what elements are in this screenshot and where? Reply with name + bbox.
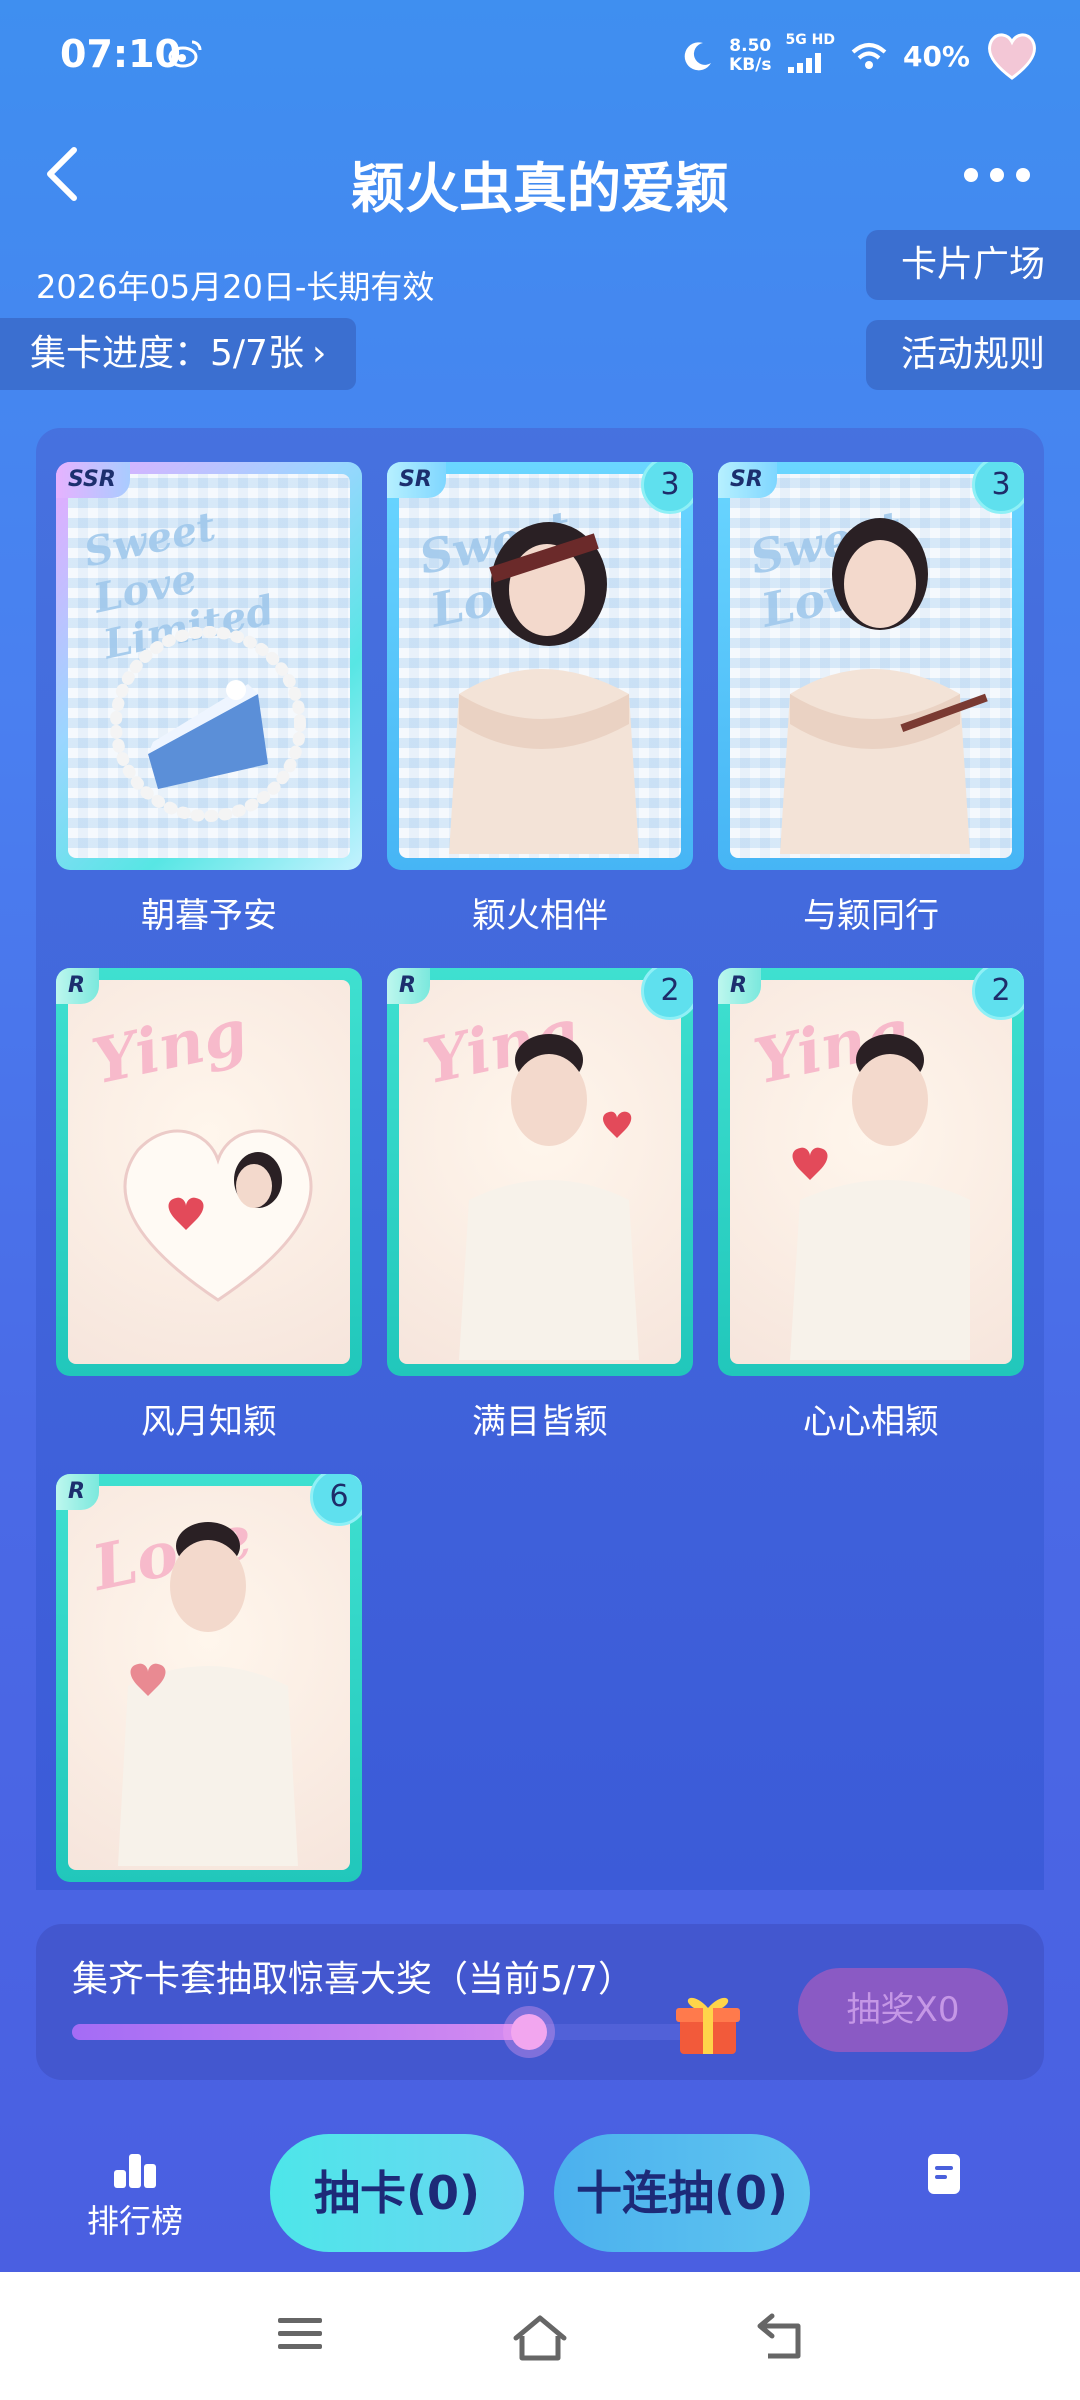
rarity-badge: R bbox=[56, 968, 99, 1004]
signal-icon bbox=[787, 52, 821, 73]
heart-frame-illustration bbox=[123, 1129, 313, 1302]
card-art: Sweet Love Limited bbox=[68, 474, 350, 858]
rarity-badge: SR bbox=[387, 462, 446, 498]
portrait-photo bbox=[118, 1522, 298, 1866]
card-art: Sweet Love bbox=[399, 474, 681, 858]
card-name: 心心相颖 bbox=[803, 1402, 939, 1442]
portrait-photo bbox=[790, 1034, 970, 1360]
reward-progress-text: 集齐卡套抽取惊喜大奖（当前5/7） bbox=[72, 1959, 634, 2000]
rarity-badge: SR bbox=[718, 462, 777, 498]
card-frame: R 6 Love bbox=[56, 1474, 362, 1882]
reward-progress-panel: 集齐卡套抽取惊喜大奖（当前5/7） 抽奖X0 bbox=[36, 1924, 1044, 2080]
ranking-button[interactable]: 排行榜 bbox=[80, 2150, 190, 2242]
card-frame: SR 3 Sweet Love bbox=[387, 462, 693, 870]
card-art: Love bbox=[68, 1486, 350, 1870]
card-name: 朝暮予安 bbox=[141, 896, 277, 936]
heart-avatar-icon[interactable] bbox=[984, 30, 1040, 82]
rarity-badge: R bbox=[718, 968, 761, 1004]
card-art: Sweet Love bbox=[730, 474, 1012, 858]
draw-card-button[interactable]: 抽卡(0) bbox=[270, 2134, 524, 2252]
home-icon[interactable] bbox=[510, 2312, 570, 2362]
gift-box-icon bbox=[676, 1997, 740, 2054]
card-art: Ying bbox=[68, 980, 350, 1364]
more-dots-icon[interactable] bbox=[964, 168, 1030, 182]
validity-date: 2026年05月20日-长期有效 bbox=[36, 268, 435, 306]
rarity-badge: R bbox=[56, 1474, 99, 1510]
battery-level: 40% bbox=[902, 39, 970, 73]
card-item[interactable]: SR 3 Sweet Love 颖火相伴 bbox=[387, 462, 693, 937]
card-frame: SR 3 Sweet Love bbox=[718, 462, 1024, 870]
menu-icon[interactable] bbox=[276, 2312, 324, 2356]
reward-progress-fill bbox=[72, 2024, 529, 2040]
card-item[interactable]: R 2 Ying 满目皆颖 bbox=[387, 968, 693, 1443]
signal-label: 5G HD bbox=[785, 31, 835, 48]
card-frame: SSR Sweet Love Limited bbox=[56, 462, 362, 870]
card-item[interactable]: SSR Sweet Love Limited 朝暮予安 bbox=[56, 462, 362, 937]
wifi-icon bbox=[851, 43, 887, 69]
network-speed: 8.50 KB/s bbox=[729, 37, 771, 75]
collection-progress-label: 集卡进度：5/7张 bbox=[30, 333, 304, 374]
portrait-photo bbox=[459, 1034, 639, 1360]
reward-progress-track bbox=[72, 2014, 712, 2050]
card-item[interactable]: R 6 Love bbox=[56, 1474, 362, 1890]
card-frame: R Ying bbox=[56, 968, 362, 1376]
card-item[interactable]: R Ying 风月知颖 bbox=[56, 968, 362, 1443]
rarity-badge: SSR bbox=[56, 462, 130, 498]
reward-progress-knob bbox=[510, 2014, 547, 2050]
network-speed-value: 8.50 bbox=[729, 36, 772, 56]
weibo-icon bbox=[168, 40, 202, 68]
header: 颖火虫真的爱颖 bbox=[0, 130, 1080, 220]
status-time: 07:10 bbox=[60, 32, 181, 76]
bottom-action-bar: 排行榜 抽卡(0) 十连抽(0) bbox=[0, 2120, 1080, 2270]
card-frame: R 2 Ying bbox=[718, 968, 1024, 1376]
ranking-label: 排行榜 bbox=[86, 2202, 183, 2240]
page-title: 颖火虫真的爱颖 bbox=[351, 157, 729, 220]
card-name: 满目皆颖 bbox=[472, 1402, 608, 1442]
system-navigation-bar bbox=[0, 2272, 1080, 2400]
card-item[interactable]: SR 3 Sweet Love 与颖同行 bbox=[718, 462, 1024, 937]
card-item[interactable]: R 2 Ying 心心相颖 bbox=[718, 968, 1024, 1443]
status-bar: 07:10 8.50 KB/s 5G HD 40% bbox=[0, 0, 1080, 110]
card-grid: SSR Sweet Love Limited 朝暮予安 SR 3 Sweet L… bbox=[36, 428, 1044, 1890]
moon-icon bbox=[684, 42, 712, 71]
card-deco-text: Ying bbox=[86, 994, 254, 1099]
document-icon[interactable] bbox=[926, 2152, 962, 2196]
card-frame: R 2 Ying bbox=[387, 968, 693, 1376]
cake-illustration bbox=[110, 626, 306, 822]
card-name: 颖火相伴 bbox=[472, 896, 608, 936]
back-nav-icon[interactable] bbox=[756, 2312, 806, 2360]
activity-rules-button[interactable]: 活动规则 bbox=[866, 320, 1080, 390]
chevron-right-icon: › bbox=[311, 333, 327, 374]
lottery-button[interactable]: 抽奖X0 bbox=[798, 1968, 1008, 2052]
card-art: Ying bbox=[730, 980, 1012, 1364]
portrait-photo bbox=[780, 518, 988, 854]
card-name: 与颖同行 bbox=[803, 896, 939, 936]
signal-block: 5G HD bbox=[786, 33, 835, 80]
card-plaza-button[interactable]: 卡片广场 bbox=[866, 230, 1080, 300]
portrait-photo bbox=[449, 522, 639, 854]
status-right: 8.50 KB/s 5G HD 40% bbox=[681, 30, 1040, 82]
card-art: Ying bbox=[399, 980, 681, 1364]
ranking-icon bbox=[114, 2154, 156, 2188]
collection-progress-chip[interactable]: 集卡进度：5/7张 › bbox=[0, 318, 357, 390]
network-speed-unit: KB/s bbox=[729, 55, 772, 75]
rarity-badge: R bbox=[387, 968, 430, 1004]
card-name: 风月知颖 bbox=[141, 1402, 277, 1442]
ten-draw-button[interactable]: 十连抽(0) bbox=[554, 2134, 810, 2252]
